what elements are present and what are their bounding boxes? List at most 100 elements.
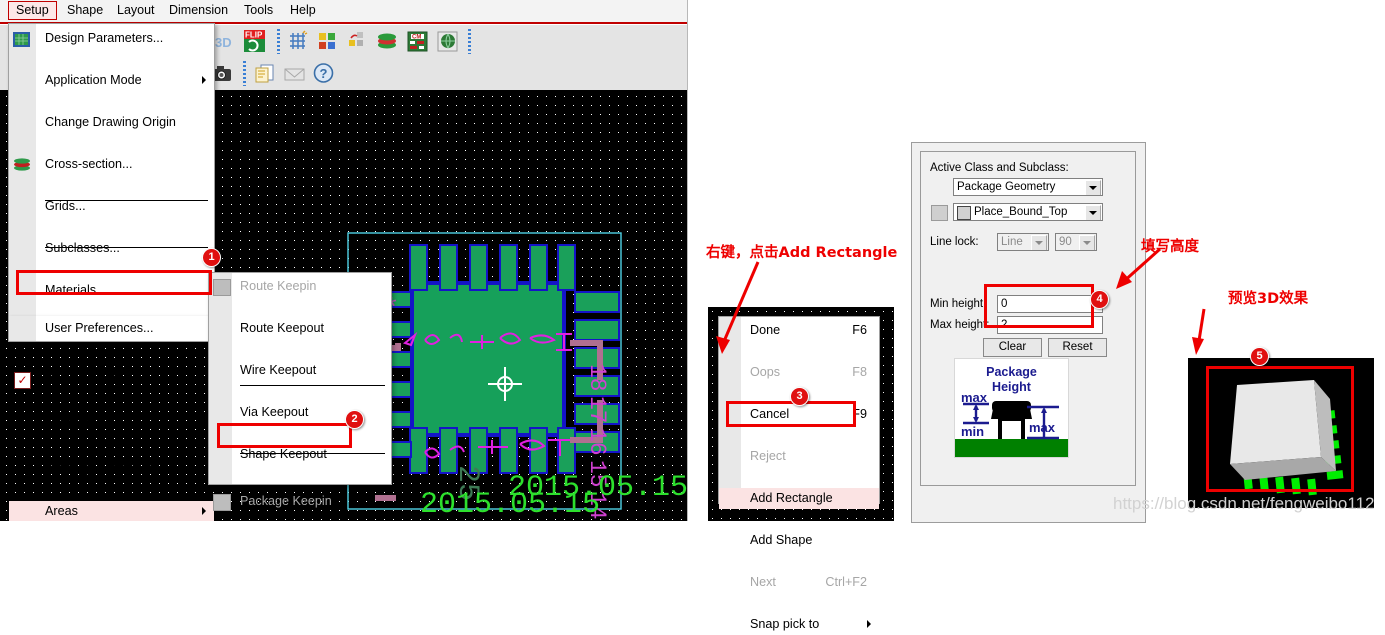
menu-item-online-drc[interactable]: ✓ On-Line DRC [9,369,214,390]
menu-setup[interactable]: Setup [8,1,57,20]
toolbar-icon-reports[interactable] [252,61,277,86]
subclass-combobox[interactable]: Place_Bound_Top [953,203,1103,221]
subclass-checkbox[interactable] [931,205,948,221]
menu-separator-2 [45,247,208,248]
menu-label: Constraints [45,414,109,428]
menu-item-constraints[interactable]: Constraints [9,411,214,432]
active-class-label: Active Class and Subclass: [930,162,1069,174]
reset-button[interactable]: Reset [1048,338,1107,357]
context-item-snap-pick-to[interactable]: Snap pick to [719,614,879,635]
arrow-to-add-rectangle [716,261,760,354]
menu-item-application-mode[interactable]: Application Mode [9,70,214,91]
menu-label: Change Drawing Origin [45,115,176,129]
context-item-add-rectangle[interactable]: Add Rectangle [719,488,879,509]
menu-label: Areas [45,504,78,518]
line-lock-label: Line lock: [930,236,979,248]
menu-accel: Ctrl+F2 [825,575,867,589]
svg-text:18: 18 [584,364,610,392]
clear-button[interactable]: Clear [983,338,1042,357]
toolbar-icon-mail[interactable] [282,61,307,86]
menu-label: Wire Keepout [240,363,317,377]
svg-text:max: max [961,390,988,405]
chevron-down-icon-3[interactable] [1031,235,1047,250]
menu-label: Design Parameters... [45,31,164,45]
menu-item-user-preferences[interactable]: User Preferences... [9,318,214,339]
swatch-icon [213,279,231,296]
menu-label: Route Keepin [240,279,317,293]
menu-dimension[interactable]: Dimension [162,2,235,19]
chevron-right-icon [867,620,871,628]
chevron-down-icon[interactable] [1085,180,1101,195]
checkbox-checked-icon: ✓ [14,372,31,389]
toolbar-icon-global-database[interactable] [435,29,460,54]
step-badge-2: 2 [345,410,364,429]
menu-label: Next [750,575,776,589]
svg-text:17: 17 [584,396,610,424]
menu-item-route-keepin: Route Keepin [209,276,391,297]
menu-label: Oops [750,365,781,379]
menu-label: Cross-section... [45,157,133,171]
context-item-add-shape[interactable]: Add Shape [719,530,879,551]
toolbar-icon-layers[interactable] [375,29,400,54]
menu-item-route-keepout[interactable]: Route Keepout [209,318,391,339]
menu-item-change-drawing-origin[interactable]: Change Drawing Origin [9,112,214,133]
context-item-reject: Reject [719,446,879,467]
menu-label: Grids... [45,199,86,213]
svg-text:FLIP: FLIP [245,31,263,40]
submenu-separator [240,385,385,386]
chevron-down-icon-2[interactable] [1085,205,1101,220]
menu-label: Via Keepout [240,405,309,419]
toolbar-icon-help[interactable]: ? [311,61,336,86]
menu-item-package-keepin: Package Keepin [209,491,391,512]
menu-shape[interactable]: Shape [60,2,110,19]
design-parameters-icon [13,32,31,49]
line-angle-combobox[interactable]: 90 [1055,233,1097,251]
setup-dropdown-menu-tail[interactable]: User Preferences... [8,316,215,342]
class-combobox-value: Package Geometry [957,181,1056,193]
toolbar-separator [277,29,280,54]
menu-label: On-Line DRC [45,372,121,386]
min-height-label: Min height: [930,298,987,310]
menu-label: Add Shape [750,533,813,547]
svg-text:?: ? [320,66,328,81]
menu-label: Application Mode [45,73,142,87]
menu-item-subclasses[interactable]: Subclasses... [9,238,214,259]
menu-item-design-parameters[interactable]: Design Parameters... [9,28,214,49]
line-angle-value: 90 [1059,236,1072,248]
toolbar-icon-3d-view[interactable]: 3D [213,29,238,54]
menu-layout[interactable]: Layout [110,2,162,19]
svg-text:max: max [1029,420,1056,435]
toolbar-icon-flip-design[interactable]: FLIP [241,28,268,55]
chevron-down-icon-4[interactable] [1079,235,1095,250]
watermark-text: https://blog.csdn.net/fengweibo112 [1113,494,1375,513]
toolbar-icon-constraint-manager[interactable]: CM [405,29,430,54]
menu-label: Shape Keepout [240,447,327,461]
toolbar-icon-color-visibility[interactable] [315,29,340,54]
menu-item-property-definitions[interactable]: Property Definitions... [9,458,214,479]
svg-text:16: 16 [584,428,610,456]
context-item-next: Next Ctrl+F2 [719,572,879,593]
menu-accel: F8 [852,365,867,379]
subclass-color-swatch-icon [957,206,971,220]
highlight-box-package-height [217,423,352,448]
arrow-to-height-fields [1116,247,1162,289]
menu-help[interactable]: Help [283,2,323,19]
line-lock-combobox[interactable]: Line [997,233,1049,251]
menu-item-cross-section[interactable]: Cross-section... [9,154,214,175]
menu-label: Subclasses... [45,241,120,255]
menu-tools[interactable]: Tools [237,2,280,19]
menu-item-wire-keepout[interactable]: Wire Keepout [209,360,391,381]
step-badge-5: 5 [1250,347,1269,366]
menu-item-areas[interactable]: Areas [9,501,214,521]
menu-bar: Setup Shape Layout Dimension Tools Help [0,0,687,24]
class-combobox[interactable]: Package Geometry [953,178,1103,196]
annotation-preview-3d: 预览3D效果 [1228,291,1309,307]
step-badge-3: 3 [790,387,809,406]
toolbar-icon-grid-toggle[interactable] [285,29,310,54]
svg-text:3D: 3D [215,35,232,50]
menu-label: User Preferences... [45,321,154,335]
arrow-to-3d-preview [1192,308,1206,355]
menu-label: Snap pick to [750,617,820,631]
areas-submenu[interactable]: Route Keepin Route Keepout Wire Keepout … [208,272,392,511]
toolbar-icon-color-palette[interactable] [345,29,370,54]
